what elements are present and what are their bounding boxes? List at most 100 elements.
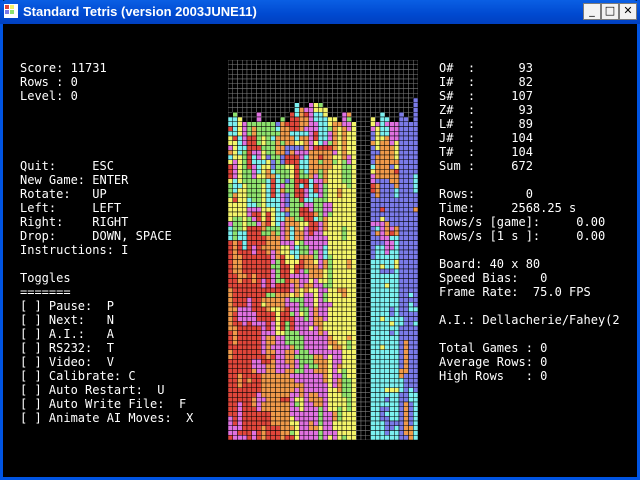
board-block: [275, 131, 281, 137]
board-block: [246, 368, 252, 374]
board-block: [294, 112, 300, 118]
board-block: [289, 416, 295, 422]
board-block: [413, 420, 418, 426]
board-block: [384, 150, 390, 156]
board-block: [322, 121, 328, 127]
toggle-rs232[interactable]: [ ] RS232: T: [20, 341, 114, 355]
board-block: [341, 302, 347, 308]
toggle-auto-restart[interactable]: [ ] Auto Restart: U: [20, 383, 165, 397]
board-block: [313, 387, 319, 393]
board-block: [351, 373, 357, 379]
board-block: [403, 268, 409, 274]
board-block: [237, 192, 243, 198]
board-block: [379, 150, 385, 156]
board-cell-empty: [370, 97, 376, 103]
board-block: [270, 207, 276, 213]
board-block: [308, 207, 314, 213]
board-cell-empty: [394, 69, 400, 75]
board-block: [370, 159, 376, 165]
maximize-button[interactable]: □: [601, 3, 619, 20]
board-block: [408, 268, 414, 274]
board-block: [313, 311, 319, 317]
board-block: [256, 150, 262, 156]
title-bar[interactable]: Standard Tetris (version 2003JUNE11) _ □…: [0, 0, 640, 24]
board-cell-empty: [365, 406, 371, 412]
stat-rows-per-sec-game: Rows/s [game]: 0.00: [439, 215, 606, 229]
board-block: [318, 382, 324, 388]
minimize-button[interactable]: _: [583, 3, 601, 20]
toggle-auto-write-file[interactable]: [ ] Auto Write File: F: [20, 397, 186, 411]
board-block: [246, 359, 252, 365]
board-block: [308, 192, 314, 198]
board-block: [413, 340, 418, 346]
board-block: [280, 178, 286, 184]
toggle-video[interactable]: [ ] Video: V: [20, 355, 114, 369]
board-block: [384, 344, 390, 350]
board-block: [275, 344, 281, 350]
board-block: [346, 245, 352, 251]
board-block: [284, 349, 290, 355]
board-block: [375, 387, 381, 393]
board-block: [237, 344, 243, 350]
board-cell-empty: [322, 88, 328, 94]
board-cell-empty: [337, 83, 343, 89]
close-button[interactable]: ✕: [619, 3, 637, 20]
board-block: [284, 406, 290, 412]
board-block: [379, 316, 385, 322]
board-block: [341, 344, 347, 350]
board-cell-empty: [341, 83, 347, 89]
board-block: [332, 207, 338, 213]
board-block: [370, 273, 376, 279]
board-block: [384, 159, 390, 165]
board-block: [289, 188, 295, 194]
board-block: [351, 306, 357, 312]
board-cell-empty: [256, 93, 262, 99]
board-block: [327, 159, 333, 165]
toggle-next[interactable]: [ ] Next: N: [20, 313, 114, 327]
board-block: [313, 202, 319, 208]
board-block: [232, 325, 238, 331]
board-cell-empty: [337, 93, 343, 99]
board-block: [318, 283, 324, 289]
board-block: [379, 325, 385, 331]
board-block: [280, 126, 286, 132]
board-block: [256, 235, 262, 241]
board-block: [303, 197, 309, 203]
board-block: [289, 283, 295, 289]
board-block: [384, 240, 390, 246]
board-block: [327, 245, 333, 251]
board-block: [370, 435, 376, 440]
board-block: [308, 416, 314, 422]
board-block: [265, 216, 271, 222]
board-block: [394, 273, 400, 279]
board-block: [261, 135, 267, 141]
board-cell-empty: [375, 88, 381, 94]
board-block: [284, 382, 290, 388]
board-block: [398, 126, 404, 132]
board-block: [284, 297, 290, 303]
board-block: [270, 226, 276, 232]
board-cell-empty: [356, 316, 362, 322]
board-block: [394, 192, 400, 198]
board-block: [346, 359, 352, 365]
toggle-pause[interactable]: [ ] Pause: P: [20, 299, 114, 313]
board-block: [313, 373, 319, 379]
board-block: [384, 249, 390, 255]
board-block: [303, 150, 309, 156]
board-block: [394, 297, 400, 303]
toggle-ai[interactable]: [ ] A.I.: A: [20, 327, 114, 341]
board-block: [341, 292, 347, 298]
board-block: [308, 411, 314, 417]
board-cell-empty: [322, 102, 328, 108]
toggle-calibrate[interactable]: [ ] Calibrate: C: [20, 369, 136, 383]
board-cell-empty: [360, 221, 366, 227]
board-block: [313, 406, 319, 412]
board-block: [246, 221, 252, 227]
board-cell-empty: [337, 88, 343, 94]
toggle-animate-ai[interactable]: [ ] Animate AI Moves: X: [20, 411, 193, 425]
board-block: [318, 202, 324, 208]
board-block: [303, 164, 309, 170]
board-block: [303, 382, 309, 388]
board-block: [370, 230, 376, 236]
board-block: [389, 382, 395, 388]
